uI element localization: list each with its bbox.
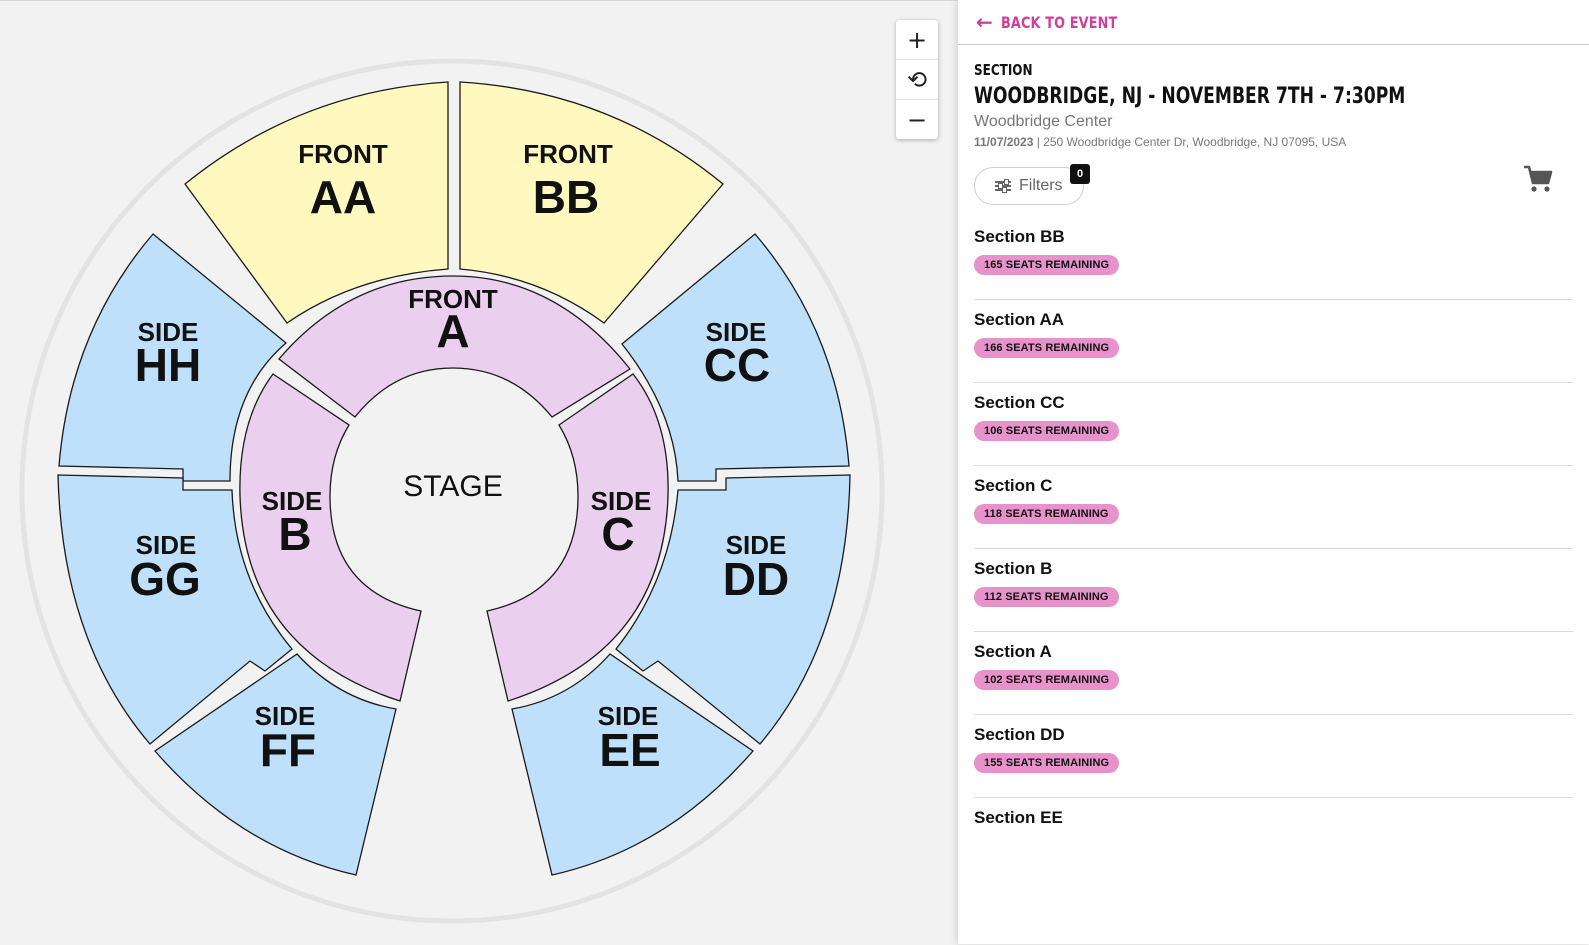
- list-item[interactable]: Section EE: [974, 798, 1573, 881]
- label-side-ee-line2: EE: [599, 724, 660, 776]
- event-title: WOODBRIDGE, NJ - NOVEMBER 7TH - 7:30PM: [974, 84, 1406, 109]
- arrow-left-icon: ←: [976, 10, 993, 34]
- seats-remaining-badge: 118 SEATS REMAINING: [974, 504, 1119, 524]
- event-meta: 11/07/2023 | 250 Woodbridge Center Dr, W…: [974, 135, 1573, 149]
- seats-remaining-badge: 155 SEATS REMAINING: [974, 753, 1120, 773]
- seat-map[interactable]: FRONT AA FRONT BB FRONT A SIDE HH SIDE C…: [0, 0, 958, 944]
- section-name: Section AA: [974, 310, 1065, 329]
- list-item[interactable]: Section C 118 SEATS REMAINING: [974, 466, 1573, 549]
- seat-map-svg: FRONT AA FRONT BB FRONT A SIDE HH SIDE C…: [19, 58, 885, 924]
- label-side-gg-line2: GG: [129, 553, 201, 605]
- list-item[interactable]: Section DD 155 SEATS REMAINING: [974, 715, 1573, 798]
- label-front-a-line2: A: [436, 305, 469, 357]
- zoom-out-button[interactable]: −: [896, 100, 938, 139]
- event-header: SECTION WOODBRIDGE, NJ - NOVEMBER 7TH - …: [958, 45, 1589, 217]
- label-front-bb-line2: BB: [533, 171, 599, 223]
- reset-view-button[interactable]: ⟲: [896, 60, 938, 100]
- label-side-c-line2: C: [601, 508, 634, 560]
- section-name: Section B: [974, 559, 1053, 578]
- list-item[interactable]: Section CC 106 SEATS REMAINING: [974, 383, 1573, 466]
- label-front-bb-line1: FRONT: [523, 139, 613, 169]
- back-to-event-label: BACK TO EVENT: [1000, 12, 1118, 32]
- shopping-cart-icon[interactable]: [1523, 165, 1553, 193]
- label-side-dd-line2: DD: [723, 553, 789, 605]
- zoom-in-button[interactable]: +: [896, 20, 938, 60]
- list-item[interactable]: Section B 112 SEATS REMAINING: [974, 549, 1573, 632]
- label-front-aa-line1: FRONT: [298, 139, 388, 169]
- list-item[interactable]: Section BB 165 SEATS REMAINING: [974, 217, 1573, 300]
- section-name: Section A: [974, 642, 1052, 661]
- section-name: Section C: [974, 476, 1053, 495]
- filters-row: Filters 0: [974, 161, 1573, 217]
- section-name: Section BB: [974, 227, 1065, 246]
- sections-list: Section BB 165 SEATS REMAINING Section A…: [958, 217, 1589, 881]
- section-name: Section CC: [974, 393, 1065, 412]
- meta-separator: |: [1033, 135, 1044, 149]
- seats-remaining-badge: 102 SEATS REMAINING: [974, 670, 1120, 690]
- filters-count-badge: 0: [1070, 164, 1090, 184]
- seats-remaining-badge: 166 SEATS REMAINING: [974, 338, 1120, 358]
- venue-address: 250 Woodbridge Center Dr, Woodbridge, NJ…: [1043, 135, 1347, 149]
- venue-name: Woodbridge Center: [974, 113, 1113, 130]
- label-side-b-line2: B: [278, 508, 311, 560]
- section-name: Section EE: [974, 808, 1063, 827]
- sliders-icon: [995, 179, 1011, 193]
- zoom-controls: + ⟲ −: [896, 20, 938, 139]
- seats-remaining-badge: 165 SEATS REMAINING: [974, 255, 1120, 275]
- stage-label: STAGE: [403, 470, 502, 503]
- back-to-event-link[interactable]: ← BACK TO EVENT: [958, 0, 1589, 45]
- section-name: Section DD: [974, 725, 1065, 744]
- seats-remaining-badge: 112 SEATS REMAINING: [974, 587, 1119, 607]
- seats-remaining-badge: 106 SEATS REMAINING: [974, 421, 1120, 441]
- label-side-cc-line2: CC: [704, 339, 770, 391]
- list-item[interactable]: Section AA 166 SEATS REMAINING: [974, 300, 1573, 383]
- filters-label: Filters: [1019, 177, 1063, 194]
- list-item[interactable]: Section A 102 SEATS REMAINING: [974, 632, 1573, 715]
- event-date: 11/07/2023: [974, 135, 1034, 149]
- label-side-ff-line2: FF: [260, 724, 316, 776]
- label-side-hh-line2: HH: [135, 339, 201, 391]
- label-front-aa-line2: AA: [310, 171, 376, 223]
- filters-button[interactable]: Filters 0: [974, 164, 1090, 205]
- section-panel: ← BACK TO EVENT SECTION WOODBRIDGE, NJ -…: [958, 0, 1589, 944]
- panel-kicker: SECTION: [974, 61, 1033, 79]
